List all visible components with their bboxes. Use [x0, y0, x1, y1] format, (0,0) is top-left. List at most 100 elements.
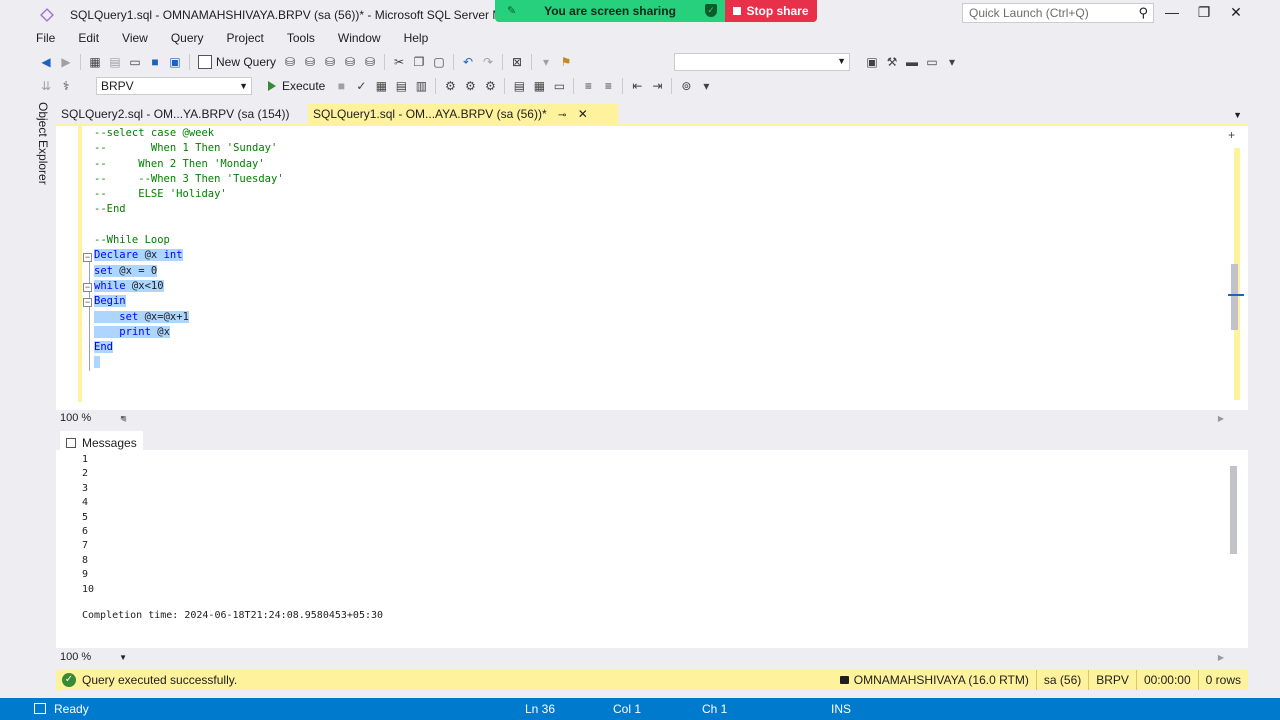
- pin-icon[interactable]: ⊸: [558, 110, 566, 121]
- debug-icon[interactable]: ⊠: [509, 54, 525, 70]
- toolbar-options-icon[interactable]: ▾: [944, 54, 960, 70]
- increase-indent-icon[interactable]: ⇥: [649, 78, 665, 94]
- intellisense-icon[interactable]: ▥: [413, 78, 429, 94]
- save-icon[interactable]: ■: [147, 54, 163, 70]
- save-all-icon[interactable]: ▣: [167, 54, 183, 70]
- maximize-icon[interactable]: ❐: [1189, 4, 1219, 21]
- tab-sqlquery2[interactable]: SQLQuery2.sql - OM...YA.BRPV (sa (154)): [56, 104, 302, 124]
- split-icon[interactable]: +: [1228, 128, 1235, 142]
- toolbox-icon[interactable]: ▬: [904, 54, 920, 70]
- fold-toggle-icon[interactable]: −: [83, 298, 92, 307]
- copy-icon[interactable]: ❐: [411, 54, 427, 70]
- right-frame: [1250, 100, 1280, 698]
- tab-messages[interactable]: Messages: [60, 431, 143, 451]
- menu-window[interactable]: Window: [338, 30, 381, 48]
- parse-icon[interactable]: ✓: [353, 78, 369, 94]
- scroll-thumb[interactable]: [1231, 264, 1238, 330]
- pin-icon[interactable]: ✎: [507, 4, 516, 17]
- fold-toggle-icon[interactable]: −: [83, 283, 92, 292]
- object-explorer-strip[interactable]: [30, 100, 56, 696]
- menu-view[interactable]: View: [122, 30, 148, 48]
- results-zoom-level[interactable]: 100 %: [60, 651, 116, 663]
- tab-sqlquery1[interactable]: SQLQuery1.sql - OM...AYA.BRPV (sa (56))*…: [308, 104, 618, 124]
- menu-edit[interactable]: Edit: [78, 30, 99, 48]
- cancel-query-icon[interactable]: ■: [333, 78, 349, 94]
- stop-share-button[interactable]: Stop share: [725, 0, 817, 22]
- live-stats-icon[interactable]: ⚙: [462, 78, 478, 94]
- connect-icon[interactable]: ⇊: [38, 78, 54, 94]
- quick-launch-input[interactable]: Quick Launch (Ctrl+Q) ⚲: [962, 3, 1154, 23]
- code-line: set @x=@x+1: [94, 310, 284, 325]
- tab-overflow-icon[interactable]: ▼: [1233, 110, 1242, 120]
- menu-project[interactable]: Project: [227, 30, 264, 48]
- menu-file[interactable]: File: [36, 30, 55, 48]
- menu-query[interactable]: Query: [171, 30, 204, 48]
- scroll-right-icon[interactable]: ▶: [1218, 653, 1224, 662]
- message-line: 4: [82, 497, 89, 509]
- back-icon[interactable]: ◀: [38, 54, 54, 70]
- redo-icon[interactable]: ↷: [480, 54, 496, 70]
- specify-values-icon[interactable]: ⊚: [678, 78, 694, 94]
- comment-icon[interactable]: ≡: [580, 78, 596, 94]
- dax-query-icon[interactable]: ⛁: [362, 54, 378, 70]
- query-designer-icon[interactable]: ▤: [393, 78, 409, 94]
- code-line: Begin: [94, 295, 126, 308]
- client-stats-icon[interactable]: ⚙: [482, 78, 498, 94]
- code-line: --While Loop: [94, 234, 170, 247]
- chevron-down-icon[interactable]: ▼: [119, 653, 127, 662]
- execute-label: Execute: [282, 79, 326, 93]
- scroll-right-icon[interactable]: ▶: [1218, 414, 1224, 423]
- results-vertical-scrollbar[interactable]: [1228, 454, 1238, 644]
- results-file-icon[interactable]: ▭: [551, 78, 567, 94]
- output-window-icon[interactable]: [34, 703, 46, 714]
- scroll-thumb[interactable]: [1230, 466, 1237, 554]
- code-line: print @x: [94, 325, 284, 340]
- close-icon[interactable]: ✕: [1221, 4, 1251, 21]
- fold-toggle-icon[interactable]: −: [83, 253, 92, 262]
- results-grid-icon[interactable]: ▦: [531, 78, 547, 94]
- new-project-icon[interactable]: ▦: [87, 54, 103, 70]
- new-query-button[interactable]: New Query: [198, 55, 276, 69]
- change-connection-icon[interactable]: ⚕: [58, 78, 74, 94]
- database-info: BRPV: [1088, 670, 1136, 690]
- find-in-files-icon[interactable]: ⚑: [558, 54, 574, 70]
- wrench-icon[interactable]: ⚒: [884, 54, 900, 70]
- window-layout-icon[interactable]: ▭: [924, 54, 940, 70]
- editor-vertical-scrollbar[interactable]: +: [1228, 128, 1244, 408]
- paste-icon[interactable]: ▢: [431, 54, 447, 70]
- decrease-indent-icon[interactable]: ⇤: [629, 78, 645, 94]
- solution-config-icon[interactable]: ▾: [538, 54, 554, 70]
- include-plan-icon[interactable]: ⚙: [442, 78, 458, 94]
- editor-zoom-level[interactable]: 100 %: [60, 412, 116, 424]
- results-tabs: Messages: [56, 430, 1248, 451]
- undo-icon[interactable]: ↶: [460, 54, 476, 70]
- results-text-icon[interactable]: ▤: [511, 78, 527, 94]
- messages-pane[interactable]: 1 2 3 4 5 6 7 8 9 10 Completion time: 2024-06-18T…: [56, 450, 1248, 648]
- query-editor[interactable]: − − − --select case @week -- When 1 Then …: [56, 124, 1248, 410]
- database-selector[interactable]: BRPV ▼: [96, 77, 252, 95]
- toolbar-options-icon[interactable]: ▾: [698, 78, 714, 94]
- execute-button[interactable]: Execute: [268, 79, 325, 93]
- xmla-query-icon[interactable]: ⛁: [342, 54, 358, 70]
- open-folder-icon[interactable]: ▭: [127, 54, 143, 70]
- mdx-query-icon[interactable]: ⛁: [302, 54, 318, 70]
- menu-tools[interactable]: Tools: [287, 30, 315, 48]
- add-item-icon[interactable]: ▤: [107, 54, 123, 70]
- forward-icon[interactable]: ▶: [58, 54, 74, 70]
- db-engine-query-icon[interactable]: ⛁: [282, 54, 298, 70]
- menu-help[interactable]: Help: [404, 30, 429, 48]
- uncomment-icon[interactable]: ≡: [600, 78, 616, 94]
- search-icon[interactable]: ⚲: [1138, 5, 1148, 21]
- dmx-query-icon[interactable]: ⛁: [322, 54, 338, 70]
- left-frame: [0, 0, 30, 698]
- cut-icon[interactable]: ✂: [391, 54, 407, 70]
- object-explorer-tab[interactable]: Object Explorer: [36, 102, 50, 185]
- close-tab-icon[interactable]: ✕: [578, 107, 588, 121]
- outline-line: [89, 256, 90, 371]
- minimize-icon[interactable]: —: [1157, 4, 1187, 20]
- properties-icon[interactable]: ▣: [864, 54, 880, 70]
- scroll-left-icon[interactable]: ◀: [120, 414, 126, 423]
- solution-platform-combo[interactable]: ▼: [674, 53, 850, 71]
- message-line: 3: [82, 482, 89, 494]
- display-plan-icon[interactable]: ▦: [373, 78, 389, 94]
